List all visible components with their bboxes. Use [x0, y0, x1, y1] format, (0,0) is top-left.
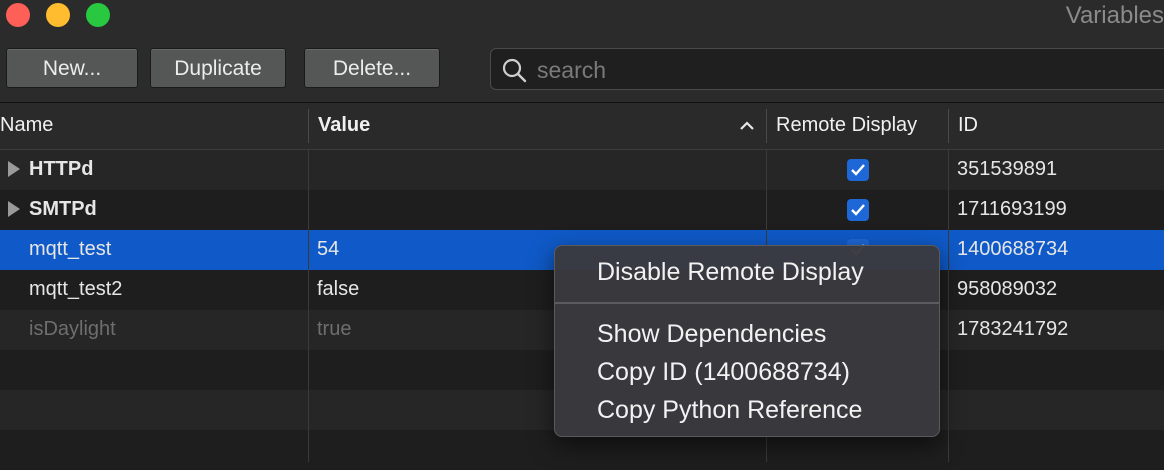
- cell-name: mqtt_test: [29, 238, 112, 260]
- disclosure-triangle-icon[interactable]: [6, 160, 22, 178]
- zoom-button[interactable]: [86, 3, 110, 27]
- cell-id: 1783241792: [957, 318, 1069, 340]
- menu-item-copy-python-reference[interactable]: Copy Python Reference: [597, 396, 862, 425]
- window-title: Variables: [1065, 2, 1164, 29]
- column-header-id[interactable]: ID: [958, 103, 978, 149]
- close-button[interactable]: [6, 3, 30, 27]
- cell-name: SMTPd: [29, 198, 97, 220]
- context-menu: Disable Remote Display Show Dependencies…: [554, 245, 940, 437]
- column-header-name[interactable]: Name: [0, 103, 53, 149]
- cell-id: 1400688734: [957, 238, 1069, 260]
- cell-name: HTTPd: [29, 158, 94, 180]
- delete-button[interactable]: Delete...: [304, 48, 440, 88]
- cell-value: false: [317, 278, 360, 300]
- column-gridline: [948, 150, 949, 462]
- search-icon: [502, 58, 527, 83]
- remote-display-checkbox[interactable]: [847, 159, 869, 181]
- menu-item-show-dependencies[interactable]: Show Dependencies: [597, 320, 826, 349]
- checkmark-icon: [851, 164, 865, 176]
- cell-name: mqtt_test2: [29, 278, 123, 300]
- toolbar: New... Duplicate Delete...: [0, 36, 1164, 103]
- remote-display-checkbox[interactable]: [847, 199, 869, 221]
- cell-id: 351539891: [957, 158, 1058, 180]
- menu-item-disable-remote-display[interactable]: Disable Remote Display: [597, 258, 864, 287]
- menu-item-copy-id[interactable]: Copy ID (1400688734): [597, 358, 850, 387]
- new-button[interactable]: New...: [6, 48, 138, 88]
- sort-ascending-icon: [740, 121, 754, 130]
- cell-value: true: [317, 318, 352, 340]
- search-field[interactable]: [490, 48, 1164, 90]
- minimize-button[interactable]: [46, 3, 70, 27]
- search-input[interactable]: [535, 53, 1139, 87]
- column-divider[interactable]: [948, 109, 949, 143]
- table-row[interactable]: SMTPd 1711693199: [0, 190, 1164, 230]
- cell-id: 958089032: [957, 278, 1058, 300]
- cell-name: isDaylight: [29, 318, 116, 340]
- table-header: Name Value Remote Display ID: [0, 103, 1164, 150]
- title-bar: Variables: [0, 0, 1164, 36]
- cell-value: 54: [317, 238, 340, 260]
- table-row[interactable]: HTTPd 351539891: [0, 150, 1164, 190]
- cell-id: 1711693199: [957, 198, 1067, 220]
- checkmark-icon: [851, 204, 865, 216]
- column-divider[interactable]: [308, 109, 309, 143]
- disclosure-triangle-icon[interactable]: [6, 200, 22, 218]
- column-gridline: [308, 150, 309, 462]
- column-header-remote-display[interactable]: Remote Display: [776, 103, 917, 149]
- duplicate-button[interactable]: Duplicate: [150, 48, 286, 88]
- menu-separator: [555, 302, 939, 304]
- column-header-value[interactable]: Value: [318, 103, 370, 149]
- column-divider[interactable]: [766, 109, 767, 143]
